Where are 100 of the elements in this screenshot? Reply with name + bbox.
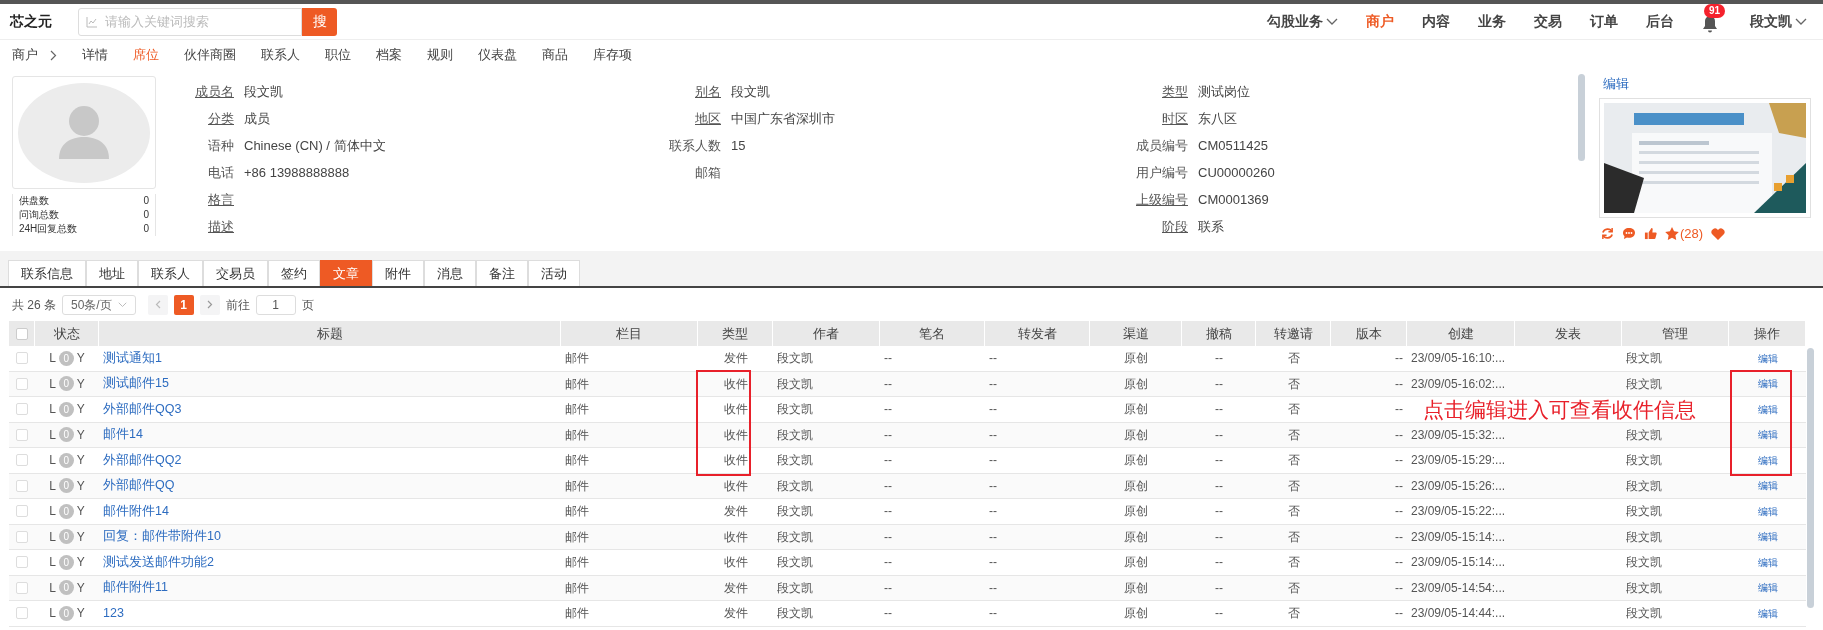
- table-cell-text: 23/09/05-15:14:...: [1411, 554, 1506, 572]
- article-title-link[interactable]: 外部邮件QQ3: [103, 399, 182, 419]
- row-checkbox[interactable]: [16, 377, 28, 390]
- tab[interactable]: 消息: [424, 260, 476, 286]
- subnav-tab[interactable]: 职位: [325, 45, 351, 65]
- article-title-link[interactable]: 测试通知1: [103, 348, 162, 368]
- subnav-tab[interactable]: 席位: [133, 45, 159, 65]
- field-label[interactable]: 地区: [631, 110, 721, 128]
- select-all-checkbox[interactable]: [15, 327, 28, 340]
- tab[interactable]: 交易员: [203, 260, 268, 286]
- tab[interactable]: 附件: [372, 260, 424, 286]
- edit-link[interactable]: 编辑: [1603, 76, 1811, 92]
- table-cell-text: 邮件: [565, 375, 589, 393]
- status-letter: Y: [76, 452, 85, 470]
- table-cell-text: 否: [1287, 528, 1300, 546]
- row-checkbox[interactable]: [16, 479, 28, 492]
- comment-icon[interactable]: [1622, 227, 1636, 241]
- tab[interactable]: 联系人: [138, 260, 203, 286]
- nav-link[interactable]: 内容: [1422, 11, 1450, 32]
- field-value: 段文凯: [731, 83, 770, 101]
- nav-link[interactable]: 交易: [1534, 11, 1562, 32]
- row-checkbox[interactable]: [16, 556, 28, 569]
- breadcrumb-link[interactable]: 商户: [12, 45, 38, 65]
- tab[interactable]: 活动: [528, 260, 580, 286]
- previous-page-button[interactable]: [147, 294, 168, 315]
- nav-link[interactable]: 后台: [1646, 11, 1674, 32]
- row-checkbox[interactable]: [16, 530, 28, 543]
- table-cell-text: --: [1395, 350, 1403, 368]
- table-cell-text: 收件: [723, 477, 748, 495]
- article-title-link[interactable]: 回复：邮件带附件10: [103, 527, 221, 547]
- table-cell-text: 原创: [1124, 503, 1148, 521]
- row-checkbox[interactable]: [16, 403, 28, 416]
- nav-link[interactable]: 商户: [1366, 11, 1394, 32]
- subnav-tab[interactable]: 仪表盘: [478, 45, 517, 65]
- bell-icon[interactable]: [1702, 14, 1718, 33]
- nav-link[interactable]: 业务: [1478, 11, 1506, 32]
- article-title-link[interactable]: 邮件附件11: [103, 578, 168, 598]
- table-cell-text: 发件: [723, 503, 748, 521]
- edit-link[interactable]: 编辑: [1757, 605, 1778, 621]
- star-icon[interactable]: [1665, 227, 1679, 241]
- page-input[interactable]: 1: [255, 294, 296, 315]
- subnav-tab[interactable]: 详情: [82, 45, 108, 65]
- scrollbar-thumb[interactable]: [1578, 74, 1585, 161]
- edit-link[interactable]: 编辑: [1757, 554, 1778, 570]
- field-label[interactable]: 类型: [1096, 83, 1188, 101]
- row-checkbox[interactable]: [16, 428, 28, 441]
- table-cell-text: --: [989, 503, 997, 521]
- tab[interactable]: 备注: [476, 260, 528, 286]
- table-cell-text: 原创: [1124, 350, 1148, 368]
- table-cell-text: 段文凯: [777, 503, 813, 521]
- row-checkbox[interactable]: [16, 352, 28, 365]
- row-checkbox[interactable]: [16, 581, 28, 594]
- search-field[interactable]: 请输入关键词搜索: [78, 7, 302, 36]
- article-title-link[interactable]: 测试邮件15: [103, 374, 169, 394]
- article-title-link[interactable]: 邮件14: [103, 425, 143, 445]
- next-page-button[interactable]: [199, 294, 220, 315]
- subnav-tab[interactable]: 库存项: [593, 45, 632, 65]
- subnav-tab[interactable]: 档案: [376, 45, 402, 65]
- tab[interactable]: 联系信息: [8, 260, 86, 286]
- scrollbar-thumb[interactable]: [1807, 348, 1814, 608]
- edit-link[interactable]: 编辑: [1757, 503, 1778, 519]
- table-cell-text: 段文凯: [777, 426, 813, 444]
- article-title-link[interactable]: 123: [103, 603, 124, 623]
- subnav-tab[interactable]: 伙伴商圈: [184, 45, 236, 65]
- field-label[interactable]: 时区: [1096, 110, 1188, 128]
- article-title-link[interactable]: 邮件附件14: [103, 501, 169, 521]
- nav-link[interactable]: 勾股业务: [1267, 11, 1338, 32]
- article-title-link[interactable]: 外部邮件QQ: [103, 476, 175, 496]
- row-checkbox[interactable]: [16, 505, 28, 518]
- edit-link[interactable]: 编辑: [1757, 452, 1778, 468]
- tab[interactable]: 签约: [268, 260, 320, 286]
- edit-link[interactable]: 编辑: [1757, 478, 1778, 494]
- edit-link[interactable]: 编辑: [1757, 427, 1778, 443]
- field-label[interactable]: 分类: [156, 110, 234, 128]
- field-label[interactable]: 描述: [156, 218, 234, 236]
- field-label[interactable]: 成员名: [156, 83, 234, 101]
- field-label[interactable]: 别名: [631, 83, 721, 101]
- edit-link[interactable]: 编辑: [1757, 580, 1778, 596]
- refresh-icon[interactable]: [1601, 227, 1614, 241]
- field-label[interactable]: 格言: [156, 191, 234, 209]
- field-label[interactable]: 上级编号: [1096, 191, 1188, 209]
- row-checkbox[interactable]: [16, 607, 28, 620]
- row-checkbox[interactable]: [16, 454, 28, 467]
- heart-icon[interactable]: [1711, 227, 1726, 240]
- article-title-link[interactable]: 外部邮件QQ2: [103, 450, 182, 470]
- tab[interactable]: 地址: [86, 260, 138, 286]
- nav-link[interactable]: 订单: [1590, 11, 1618, 32]
- edit-link[interactable]: 编辑: [1757, 350, 1778, 366]
- article-title-link[interactable]: 测试发送邮件功能2: [103, 552, 214, 572]
- edit-link[interactable]: 编辑: [1757, 529, 1778, 545]
- page-size-select[interactable]: 50条/页: [62, 294, 136, 315]
- subnav-tab[interactable]: 联系人: [261, 45, 300, 65]
- field-label[interactable]: 阶段: [1096, 218, 1188, 236]
- user-menu[interactable]: 段文凯: [1750, 11, 1807, 32]
- edit-link[interactable]: 编辑: [1757, 401, 1778, 417]
- thumbs-up-icon[interactable]: [1644, 227, 1657, 241]
- subnav-tab[interactable]: 商品: [542, 45, 568, 65]
- edit-link[interactable]: 编辑: [1757, 376, 1778, 392]
- table-cell-text: 否: [1287, 503, 1300, 521]
- subnav-tab[interactable]: 规则: [427, 45, 453, 65]
